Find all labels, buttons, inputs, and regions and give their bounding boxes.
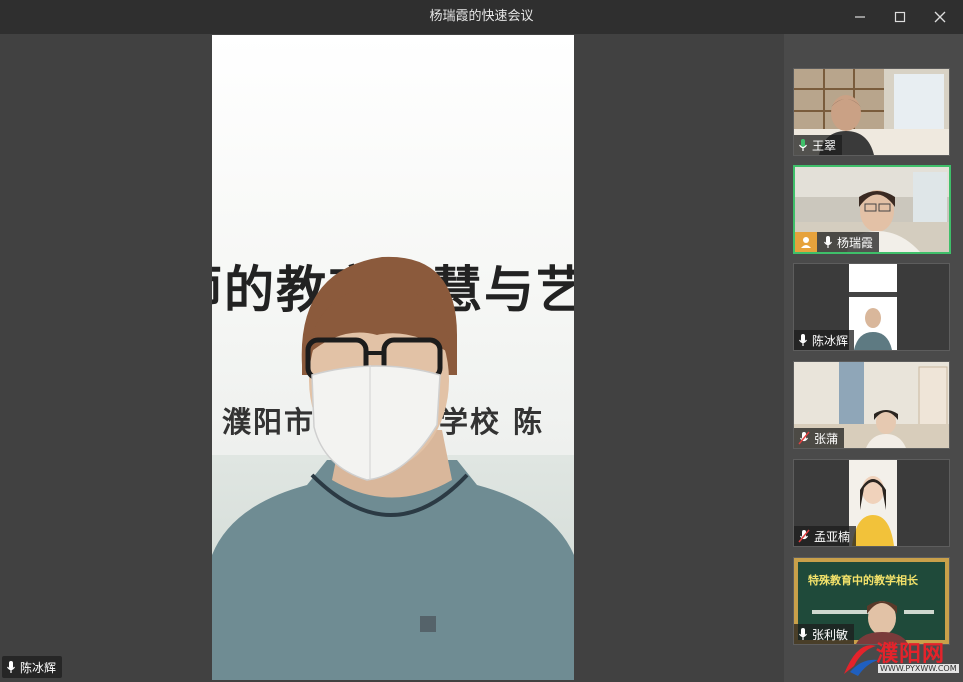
microphone-muted-icon: [798, 431, 810, 445]
participant-tile[interactable]: 王翠: [793, 68, 950, 156]
participant-name-tag: 王翠: [794, 135, 843, 155]
minimize-icon: [855, 16, 865, 18]
slide-text: 特殊教育中的教学相长: [808, 574, 918, 587]
microphone-icon: [799, 334, 807, 346]
participant-tile[interactable]: 孟亚楠: [793, 459, 950, 547]
maximize-icon: [894, 11, 906, 23]
main-speaker-name-tag: 陈冰辉: [2, 656, 63, 678]
participant-name-tag: 张蒲: [794, 428, 845, 448]
microphone-icon: [824, 236, 832, 248]
main-speaker-video[interactable]: 师的教育智慧与艺 濮阳市特殊教育学校 陈: [212, 35, 574, 680]
microphone-active-icon: [799, 139, 807, 151]
watermark-url: WWW.PYXWW.COM: [878, 664, 959, 673]
microphone-icon: [799, 628, 807, 640]
watermark-logo-icon: [844, 645, 878, 676]
close-icon: [934, 11, 946, 23]
window-title: 杨瑞霞的快速会议: [429, 9, 534, 24]
participant-name-tag: 孟亚楠: [794, 526, 857, 546]
participant-sidebar: 王翠 杨瑞霞 陈冰辉 张蒲 孟亚楠 特殊教育中的教学相长 张利敏: [784, 34, 963, 682]
main-video-area: 师的教育智慧与艺 濮阳市特殊教育学校 陈 陈冰辉: [0, 34, 784, 682]
participant-tile[interactable]: 陈冰辉: [793, 263, 950, 351]
participant-name: 张蒲: [814, 431, 839, 446]
main-speaker-name: 陈冰辉: [20, 660, 57, 675]
participant-name: 杨瑞霞: [837, 235, 874, 250]
microphone-icon: [7, 661, 15, 673]
speaker-figure: [212, 256, 574, 680]
close-button[interactable]: [920, 0, 960, 34]
participant-name-tag: 陈冰辉: [794, 330, 855, 350]
watermark: 濮阳网 WWW.PYXWW.COM: [838, 634, 963, 682]
participant-tile[interactable]: 特殊教育中的教学相长 张利敏: [793, 557, 950, 645]
host-icon: [795, 232, 817, 252]
participant-name: 王翠: [812, 138, 837, 153]
participant-name: 陈冰辉: [812, 333, 849, 348]
microphone-muted-icon: [798, 529, 810, 543]
participant-name: 孟亚楠: [814, 529, 851, 544]
minimize-button[interactable]: [840, 0, 880, 34]
title-bar: 杨瑞霞的快速会议: [0, 0, 963, 34]
participant-tile-active[interactable]: 杨瑞霞: [793, 165, 951, 254]
participant-name-tag: 杨瑞霞: [795, 232, 880, 252]
maximize-button[interactable]: [880, 0, 920, 34]
participant-tile[interactable]: 张蒲: [793, 361, 950, 449]
